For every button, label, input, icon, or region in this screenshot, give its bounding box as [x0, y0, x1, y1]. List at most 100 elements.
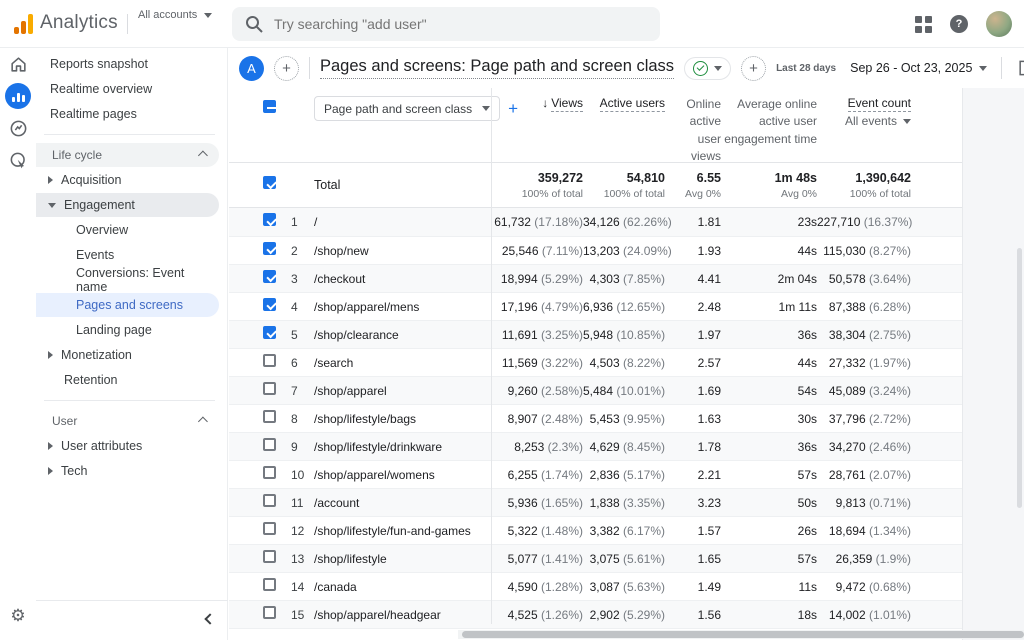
sidebar-item-pages-and-screens[interactable]: Pages and screens	[36, 293, 219, 317]
row-checkbox[interactable]	[263, 550, 276, 563]
sidebar-nav: Reports snapshotRealtime overviewRealtim…	[36, 48, 228, 640]
sort-descending-icon: ↓	[542, 96, 548, 110]
add-tab-button[interactable]: +	[741, 56, 766, 81]
online-views-value: 1.63	[665, 412, 721, 426]
sidebar-item-engagement[interactable]: Engagement	[36, 193, 219, 217]
row-checkbox[interactable]	[263, 438, 276, 451]
horizontal-scrollbar-thumb[interactable]	[462, 631, 1024, 638]
help-icon[interactable]: ?	[950, 15, 968, 33]
table-row: 15/shop/apparel/headgear4,525 (1.26%)2,9…	[229, 600, 962, 628]
advertising-icon[interactable]	[0, 144, 36, 176]
avg-time-value: 2m 04s	[721, 272, 817, 286]
online-views-value: 1.49	[665, 580, 721, 594]
row-checkbox[interactable]	[263, 494, 276, 507]
date-range-picker[interactable]: Sep 26 - Oct 23, 2025	[850, 61, 987, 75]
dimension-selector[interactable]: Page path and screen class	[314, 96, 500, 121]
event-count-value: 50,578 (3.64%)	[817, 272, 911, 286]
avg-time-value: 36s	[721, 328, 817, 342]
row-index: 14	[279, 580, 307, 594]
sidebar-item-realtime-overview[interactable]: Realtime overview	[36, 77, 219, 101]
column-header-avg-engagement[interactable]: Average online active user engagement ti…	[721, 96, 817, 148]
views-value: 17,196 (4.79%)	[491, 300, 583, 314]
search-input[interactable]	[274, 16, 648, 32]
app-name: Analytics	[40, 12, 118, 34]
reports-icon[interactable]	[5, 83, 31, 109]
sidebar-item-user[interactable]: User	[36, 409, 219, 433]
row-index: 7	[279, 384, 307, 398]
left-icon-rail: ⚙	[0, 48, 36, 640]
account-switcher[interactable]: All accounts	[138, 9, 212, 21]
select-all-checkbox[interactable]	[263, 100, 276, 113]
row-checkbox[interactable]	[263, 213, 276, 226]
row-checkbox[interactable]	[263, 326, 276, 339]
row-checkbox[interactable]	[263, 578, 276, 591]
row-index: 2	[279, 244, 307, 258]
sidebar-item-reports-snapshot[interactable]: Reports snapshot	[36, 52, 219, 76]
total-checkbox[interactable]	[263, 176, 276, 189]
row-checkbox[interactable]	[263, 242, 276, 255]
row-checkbox[interactable]	[263, 466, 276, 479]
event-count-value: 115,030 (8.27%)	[817, 244, 911, 258]
report-notes-icon[interactable]	[1016, 58, 1024, 78]
sidebar-divider	[44, 134, 215, 135]
user-avatar[interactable]	[986, 11, 1012, 37]
event-count-value: 28,761 (2.07%)	[817, 468, 911, 482]
sidebar-item-retention[interactable]: Retention	[36, 368, 219, 392]
active-users-value: 2,836 (5.17%)	[583, 468, 665, 482]
online-views-value: 3.23	[665, 496, 721, 510]
page-path: /account	[307, 496, 491, 510]
report-saved-menu[interactable]	[684, 57, 731, 80]
row-checkbox[interactable]	[263, 270, 276, 283]
views-value: 8,253 (2.3%)	[491, 440, 583, 454]
apps-grid-icon[interactable]	[915, 16, 932, 33]
column-header-active-users[interactable]: Active users	[583, 96, 665, 110]
row-checkbox[interactable]	[263, 382, 276, 395]
sidebar-item-tech[interactable]: Tech	[36, 459, 219, 483]
sidebar-item-realtime-pages[interactable]: Realtime pages	[36, 102, 219, 126]
sidebar-item-conversions-event-name[interactable]: Conversions: Event name	[36, 268, 219, 292]
row-index: 1	[279, 215, 307, 229]
content-area: A + Pages and screens: Page path and scr…	[229, 48, 1024, 640]
sidebar-item-acquisition[interactable]: Acquisition	[36, 168, 219, 192]
sidebar-item-life-cycle[interactable]: Life cycle	[36, 143, 219, 167]
sidebar-item-landing-page[interactable]: Landing page	[36, 318, 219, 342]
sidebar-item-overview[interactable]: Overview	[36, 218, 219, 242]
table-row: 8/shop/lifestyle/bags8,907 (2.48%)5,453 …	[229, 404, 962, 432]
total-online-views: 6.55Avg 0%	[665, 171, 721, 200]
row-checkbox[interactable]	[263, 522, 276, 535]
views-value: 11,691 (3.25%)	[491, 328, 583, 342]
row-checkbox[interactable]	[263, 606, 276, 619]
explore-icon[interactable]	[0, 112, 36, 144]
page-title[interactable]: Pages and screens: Page path and screen …	[320, 57, 674, 79]
column-header-views[interactable]: ↓Views	[491, 96, 583, 110]
sidebar-item-user-attributes[interactable]: User attributes	[36, 434, 219, 458]
active-users-value: 2,902 (5.29%)	[583, 608, 665, 622]
add-report-button[interactable]: +	[274, 56, 299, 81]
sidebar-item-monetization[interactable]: Monetization	[36, 343, 219, 367]
row-checkbox[interactable]	[263, 410, 276, 423]
page-path: /shop/apparel/womens	[307, 468, 491, 482]
chevron-down-icon	[979, 66, 987, 71]
active-users-value: 13,203 (24.09%)	[583, 244, 665, 258]
search-bar[interactable]	[232, 7, 660, 41]
report-header: A + Pages and screens: Page path and scr…	[229, 48, 1024, 88]
property-avatar[interactable]: A	[239, 56, 264, 81]
event-filter-dropdown[interactable]: All events	[817, 114, 911, 128]
views-value: 4,525 (1.26%)	[491, 608, 583, 622]
horizontal-scrollbar[interactable]	[458, 630, 1024, 639]
column-header-online-views[interactable]: Online active user views	[665, 96, 721, 166]
home-icon[interactable]	[0, 48, 36, 80]
vertical-scrollbar[interactable]	[1017, 248, 1022, 508]
row-checkbox[interactable]	[263, 298, 276, 311]
sidebar-item-events[interactable]: Events	[36, 243, 219, 267]
table-row: 4/shop/apparel/mens17,196 (4.79%)6,936 (…	[229, 292, 962, 320]
row-checkbox[interactable]	[263, 354, 276, 367]
active-users-value: 4,303 (7.85%)	[583, 272, 665, 286]
collapse-sidebar-icon[interactable]	[204, 613, 215, 624]
online-views-value: 1.78	[665, 440, 721, 454]
admin-gear-icon[interactable]: ⚙	[0, 606, 36, 626]
table-row: 11/account5,936 (1.65%)1,838 (3.35%)3.23…	[229, 488, 962, 516]
views-value: 25,546 (7.11%)	[491, 244, 583, 258]
active-users-value: 4,629 (8.45%)	[583, 440, 665, 454]
column-header-event-count[interactable]: Event count All events	[817, 96, 911, 128]
